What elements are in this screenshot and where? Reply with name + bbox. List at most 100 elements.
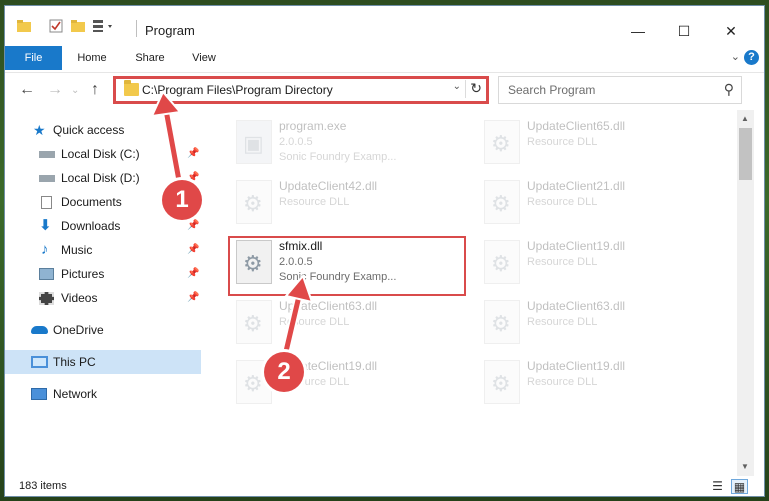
- dll-icon: ⚙: [484, 300, 520, 344]
- scroll-down-icon[interactable]: ▼: [741, 462, 749, 471]
- status-bar: 183 items ☰ ▦: [5, 476, 764, 496]
- dll-icon: ⚙: [236, 180, 272, 224]
- step-marker-1: 1: [162, 180, 202, 220]
- onedrive-icon: [31, 326, 48, 334]
- pin-icon[interactable]: 📌: [187, 142, 199, 166]
- tab-share[interactable]: Share: [125, 46, 175, 70]
- vertical-scrollbar[interactable]: ▲ ▼: [737, 110, 754, 476]
- chevron-down-icon[interactable]: ⌄: [453, 81, 461, 92]
- file-tile[interactable]: ⚙ UpdateClient19.dll Resource DLL: [478, 356, 714, 416]
- scroll-thumb[interactable]: [739, 128, 752, 180]
- minimize-button[interactable]: —: [615, 18, 661, 44]
- file-detail: Resource DLL: [527, 136, 598, 148]
- search-box[interactable]: Search Program ⚲: [498, 76, 742, 104]
- up-arrow-icon[interactable]: ↑: [91, 81, 99, 99]
- file-name: UpdateClient21.dll: [527, 179, 626, 193]
- tab-home[interactable]: Home: [67, 46, 117, 70]
- tab-file[interactable]: File: [5, 46, 62, 70]
- tab-view[interactable]: View: [181, 46, 227, 70]
- tiles-view-icon[interactable]: ▦: [731, 479, 748, 494]
- address-path[interactable]: C:\Program Files\Program Directory: [142, 83, 333, 97]
- help-button[interactable]: ?: [744, 50, 759, 65]
- navigation-bar: ← → ⌄ ↑ C:\Program Files\Program Directo…: [5, 72, 764, 106]
- download-icon: ⬇: [39, 217, 52, 234]
- nav-network[interactable]: Network: [5, 382, 201, 406]
- forward-arrow-icon[interactable]: →: [47, 81, 63, 99]
- pin-icon[interactable]: 📌: [187, 262, 199, 286]
- nav-label: Videos: [61, 291, 98, 305]
- file-tile[interactable]: ⚙ UpdateClient65.dll Resource DLL: [478, 116, 714, 176]
- folder-icon[interactable]: [17, 19, 31, 36]
- file-detail: Resource DLL: [279, 196, 350, 208]
- properties-icon[interactable]: [49, 19, 63, 36]
- search-input[interactable]: Search Program: [508, 83, 595, 97]
- address-divider: [465, 80, 466, 98]
- nav-label: Documents: [61, 195, 122, 209]
- file-detail: 2.0.0.5: [279, 136, 313, 148]
- file-tile[interactable]: ⚙ UpdateClient42.dll Resource DLL: [230, 176, 466, 236]
- star-icon: ★: [33, 122, 46, 138]
- window-title: Program: [145, 23, 195, 38]
- file-tile-sfmix[interactable]: ⚙ sfmix.dll 2.0.0.5 Sonic Foundry Examp.…: [230, 236, 466, 296]
- back-arrow-icon[interactable]: ←: [19, 81, 35, 99]
- file-name: UpdateClient63.dll: [527, 299, 626, 313]
- step-marker-2: 2: [264, 352, 304, 392]
- refresh-icon[interactable]: ↻: [470, 80, 482, 97]
- file-detail: Sonic Foundry Examp...: [279, 151, 397, 163]
- file-tile[interactable]: ▣ program.exe 2.0.0.5 Sonic Foundry Exam…: [230, 116, 466, 176]
- nav-label: OneDrive: [53, 323, 104, 337]
- nav-label: Downloads: [61, 219, 121, 233]
- address-bar[interactable]: C:\Program Files\Program Directory ⌄ ↻: [113, 76, 489, 104]
- nav-quick-access[interactable]: ★ Quick access: [5, 118, 201, 142]
- file-explorer-window: Program — ☐ ✕ File Home Share View ⌄ ? ←…: [4, 5, 765, 497]
- nav-label: Quick access: [53, 123, 125, 137]
- expand-ribbon-icon[interactable]: ⌄: [731, 50, 740, 63]
- file-detail: 2.0.0.5: [279, 256, 313, 268]
- item-count: 183 items: [19, 480, 67, 492]
- details-view-icon[interactable]: ☰: [709, 479, 726, 494]
- nav-music[interactable]: ♪ Music 📌: [5, 238, 201, 262]
- nav-label: Music: [61, 243, 93, 257]
- customize-toolbar-icon[interactable]: [93, 19, 117, 36]
- title-bar: Program — ☐ ✕: [5, 6, 764, 44]
- nav-this-pc[interactable]: This PC: [5, 350, 201, 374]
- dll-icon: ⚙: [484, 180, 520, 224]
- nav-videos[interactable]: Videos 📌: [5, 286, 201, 310]
- documents-icon: [41, 196, 52, 209]
- nav-local-disk-c[interactable]: Local Disk (C:) 📌: [5, 142, 201, 166]
- file-detail: Resource DLL: [279, 316, 350, 328]
- folder-icon: [124, 80, 139, 96]
- dll-icon: ⚙: [484, 360, 520, 404]
- maximize-button[interactable]: ☐: [661, 18, 707, 44]
- videos-icon: [39, 292, 54, 305]
- file-tile[interactable]: ⚙ UpdateClient19.dll Resource DLL: [478, 236, 714, 296]
- drive-icon: [39, 151, 55, 158]
- nav-label: Local Disk (C:): [61, 147, 140, 161]
- file-tile[interactable]: ⚙ UpdateClient63.dll Resource DLL: [478, 296, 714, 356]
- file-list: ▣ program.exe 2.0.0.5 Sonic Foundry Exam…: [210, 110, 735, 476]
- nav-onedrive[interactable]: OneDrive: [5, 318, 201, 342]
- new-folder-icon[interactable]: [71, 19, 85, 36]
- recent-locations-icon[interactable]: ⌄: [71, 85, 79, 96]
- file-detail: Resource DLL: [527, 316, 598, 328]
- pin-icon[interactable]: 📌: [187, 238, 199, 262]
- dll-icon: ⚙: [484, 120, 520, 164]
- title-separator: [136, 20, 137, 37]
- file-detail: Sonic Foundry Examp...: [279, 271, 397, 283]
- file-name: UpdateClient63.dll: [279, 299, 378, 313]
- file-name: UpdateClient42.dll: [279, 179, 378, 193]
- file-detail: Resource DLL: [527, 376, 598, 388]
- scroll-up-icon[interactable]: ▲: [741, 114, 749, 123]
- pin-icon[interactable]: 📌: [187, 286, 199, 310]
- file-tile[interactable]: ⚙ UpdateClient21.dll Resource DLL: [478, 176, 714, 236]
- file-name: program.exe: [279, 119, 347, 133]
- file-tile[interactable]: ⚙ UpdateClient63.dll Resource DLL: [230, 296, 466, 356]
- nav-pictures[interactable]: Pictures 📌: [5, 262, 201, 286]
- search-icon[interactable]: ⚲: [724, 81, 734, 98]
- close-button[interactable]: ✕: [708, 18, 754, 44]
- computer-icon: [31, 356, 48, 368]
- file-name: UpdateClient65.dll: [527, 119, 626, 133]
- dll-icon: ⚙: [236, 240, 272, 284]
- file-name: UpdateClient19.dll: [527, 359, 626, 373]
- nav-label: This PC: [53, 355, 96, 369]
